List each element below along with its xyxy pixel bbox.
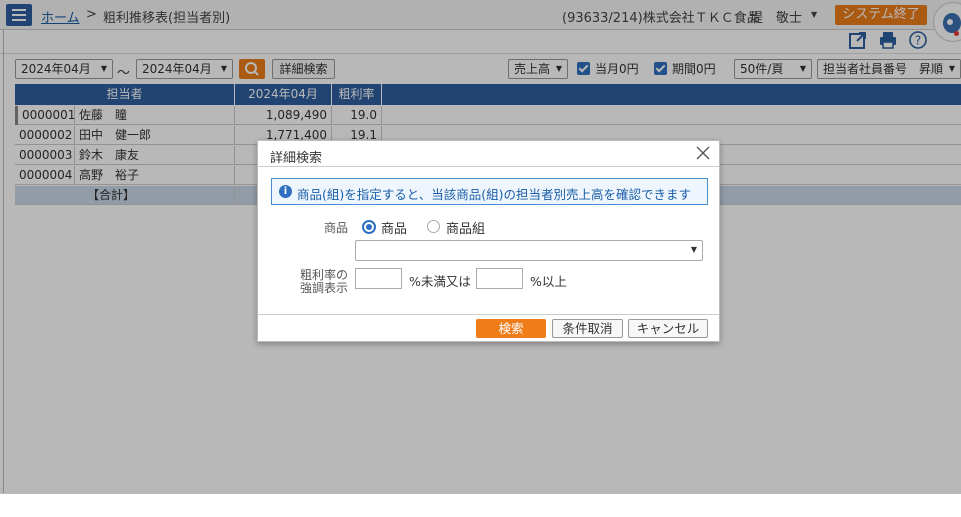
info-message: i 商品(組)を指定すると、当該商品(組)の担当者別売上高を確認できます (271, 178, 708, 205)
caret-down-icon: ▼ (690, 245, 697, 254)
detail-search-dialog: 詳細検索 i 商品(組)を指定すると、当該商品(組)の担当者別売上高を確認できま… (257, 140, 720, 342)
more-than-text: %以上 (530, 274, 567, 289)
info-text: 商品(組)を指定すると、当該商品(組)の担当者別売上高を確認できます (297, 187, 692, 202)
dialog-footer-divider (258, 314, 719, 315)
bottom-bar (0, 493, 961, 517)
cancel-button[interactable]: キャンセル (628, 319, 708, 338)
clear-conditions-button[interactable]: 条件取消 (552, 319, 623, 338)
radio-product-group-label[interactable]: 商品組 (446, 218, 485, 237)
dialog-title: 詳細検索 (270, 151, 323, 166)
product-label: 商品 (323, 221, 348, 235)
dialog-divider (258, 166, 719, 167)
rate-highlight-label-line2: 強調表示 (299, 281, 348, 295)
rate-more-than-input[interactable] (476, 268, 523, 289)
product-select[interactable]: ▼ (355, 240, 703, 261)
radio-product-group[interactable] (427, 220, 440, 233)
info-icon: i (279, 185, 292, 198)
radio-product[interactable] (362, 220, 376, 234)
close-icon[interactable] (695, 145, 711, 161)
radio-product-label[interactable]: 商品 (381, 218, 407, 237)
rate-less-than-input[interactable] (355, 268, 402, 289)
search-submit-button[interactable]: 検索 (476, 319, 546, 338)
rate-highlight-label: 粗利率の 強調表示 (288, 269, 348, 295)
rate-highlight-label-line1: 粗利率の (299, 268, 348, 282)
less-than-text: %未満又は (409, 274, 471, 289)
